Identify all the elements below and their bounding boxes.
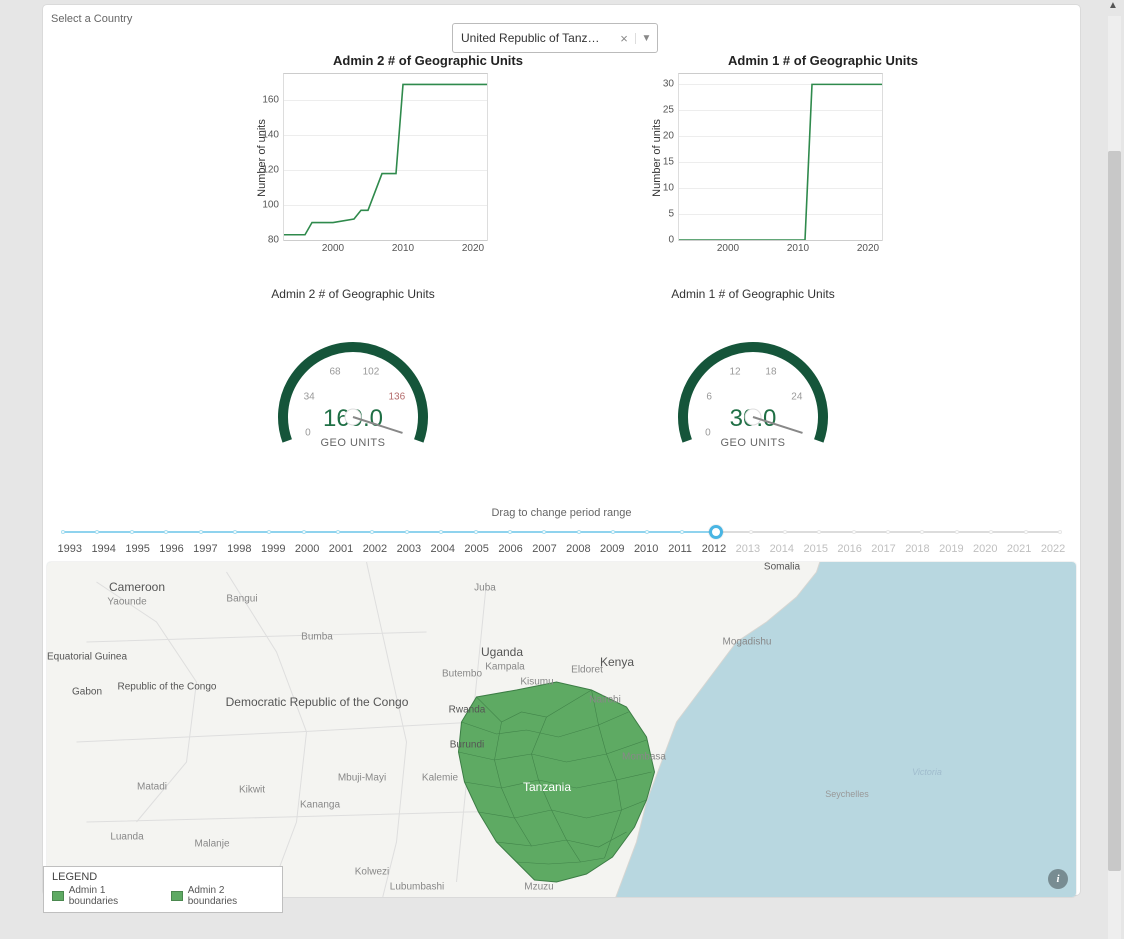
- year-label[interactable]: 2019: [935, 543, 969, 555]
- year-label[interactable]: 2012: [697, 543, 731, 555]
- year-label[interactable]: 1997: [189, 543, 223, 555]
- main-panel: Select a Country United Republic of Tanz…: [43, 5, 1080, 895]
- year-label[interactable]: 2017: [867, 543, 901, 555]
- gauge-title: Admin 2 # of Geographic Units: [153, 275, 553, 309]
- year-label[interactable]: 1999: [256, 543, 290, 555]
- year-label[interactable]: 2001: [324, 543, 358, 555]
- year-label[interactable]: 1995: [121, 543, 155, 555]
- legend-label: Admin 2 boundaries: [188, 885, 274, 907]
- year-label[interactable]: 2013: [731, 543, 765, 555]
- map-label: Seychelles: [825, 789, 869, 799]
- year-label[interactable]: 2008: [562, 543, 596, 555]
- year-label[interactable]: 2006: [494, 543, 528, 555]
- legend-item: Admin 2 boundaries: [171, 885, 274, 907]
- year-label[interactable]: 2004: [426, 543, 460, 555]
- gauge-title: Admin 1 # of Geographic Units: [553, 275, 953, 309]
- map-view[interactable]: Cameroon Yaounde Bangui Juba Somalia Equ…: [47, 562, 1076, 897]
- year-label[interactable]: 2010: [629, 543, 663, 555]
- legend-label: Admin 1 boundaries: [69, 885, 155, 907]
- year-label[interactable]: 2015: [799, 543, 833, 555]
- year-label[interactable]: 2018: [901, 543, 935, 555]
- admin1-gauge: Admin 1 # of Geographic Units 30.0 GEO U…: [553, 275, 953, 485]
- map-legend: LEGEND Admin 1 boundaries Admin 2 bounda…: [43, 866, 283, 913]
- year-slider[interactable]: Drag to change period range 199319941995…: [43, 507, 1080, 562]
- year-label[interactable]: 2003: [392, 543, 426, 555]
- country-dropdown-value: United Republic of Tanzania: [453, 31, 613, 45]
- year-label[interactable]: 2020: [968, 543, 1002, 555]
- year-label[interactable]: 2000: [290, 543, 324, 555]
- slider-handle[interactable]: [709, 525, 723, 539]
- year-label[interactable]: 2016: [833, 543, 867, 555]
- legend-title: LEGEND: [52, 871, 274, 883]
- year-label[interactable]: 2014: [765, 543, 799, 555]
- admin1-line-chart: Admin 1 # of Geographic Units Number of …: [623, 55, 1023, 260]
- year-label[interactable]: 2002: [358, 543, 392, 555]
- dropdown-clear-icon[interactable]: ×: [613, 31, 635, 46]
- chart-title: Admin 2 # of Geographic Units: [228, 53, 628, 68]
- legend-swatch: [52, 891, 64, 901]
- admin2-gauge: Admin 2 # of Geographic Units 169.0 GEO …: [153, 275, 553, 485]
- year-label[interactable]: 1993: [53, 543, 87, 555]
- scroll-thumb[interactable]: [1108, 151, 1121, 871]
- chart-ylabel: Number of units: [651, 119, 663, 197]
- year-label[interactable]: 1998: [223, 543, 257, 555]
- country-dropdown[interactable]: United Republic of Tanzania × ▼: [452, 23, 658, 53]
- year-label[interactable]: 2021: [1002, 543, 1036, 555]
- scroll-up-icon[interactable]: ▲: [1106, 0, 1120, 11]
- chevron-down-icon[interactable]: ▼: [635, 33, 657, 44]
- year-label[interactable]: 1994: [87, 543, 121, 555]
- admin2-line-chart: Admin 2 # of Geographic Units Number of …: [228, 55, 628, 260]
- legend-swatch: [171, 891, 183, 901]
- map-label: Victoria: [912, 767, 942, 777]
- map-info-icon[interactable]: i: [1048, 869, 1068, 889]
- scrollbar[interactable]: [1108, 16, 1121, 939]
- map-svg: [47, 562, 1076, 897]
- year-label[interactable]: 2009: [596, 543, 630, 555]
- year-label[interactable]: 2022: [1036, 543, 1070, 555]
- chart-title: Admin 1 # of Geographic Units: [623, 53, 1023, 68]
- select-country-label: Select a Country: [51, 13, 132, 25]
- legend-item: Admin 1 boundaries: [52, 885, 155, 907]
- year-label[interactable]: 1996: [155, 543, 189, 555]
- year-label[interactable]: 2011: [663, 543, 697, 555]
- slider-label: Drag to change period range: [43, 507, 1080, 519]
- year-label[interactable]: 2007: [528, 543, 562, 555]
- year-label[interactable]: 2005: [460, 543, 494, 555]
